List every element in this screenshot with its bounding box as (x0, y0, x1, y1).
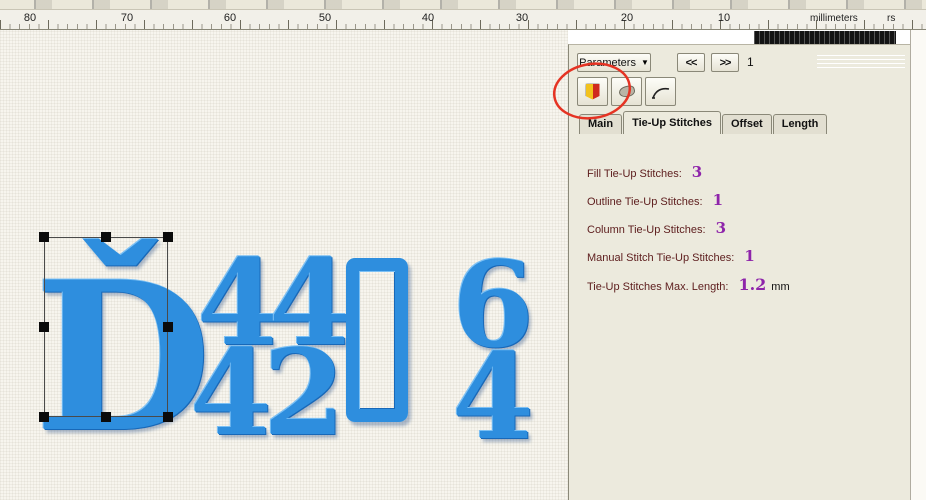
parameters-dropdown-button[interactable]: Parameters ▼ (577, 53, 651, 72)
next-button-label: >> (720, 57, 731, 69)
selection-box (44, 237, 168, 417)
shield-icon (586, 84, 600, 100)
field-column-tie-up: Column Tie-Up Stitches: 3 (587, 219, 790, 236)
embroidery-digit[interactable]: 2 (263, 334, 345, 452)
horizontal-ruler: 80 70 60 50 40 30 20 10 millimeters rs (0, 10, 926, 30)
tab-main[interactable]: Main (579, 114, 622, 134)
selection-handle-bottom-right[interactable] (163, 412, 173, 422)
stitch-shape-tool-button[interactable] (611, 77, 642, 106)
field-value: 3 (716, 219, 726, 237)
ruler-tick-label: 30 (516, 12, 528, 24)
field-label: Tie-Up Stitches Max. Length: (587, 281, 728, 293)
selection-handle-top-middle[interactable] (101, 232, 111, 242)
docked-dark-bar (754, 31, 896, 44)
ruler-tick-label: 80 (24, 12, 36, 24)
stitch-blob-icon (617, 84, 635, 99)
field-unit: mm (771, 281, 789, 293)
ruler-tick-label: 10 (718, 12, 730, 24)
field-max-length: Tie-Up Stitches Max. Length: 1.2 mm (587, 275, 790, 292)
selection-handle-bottom-left[interactable] (39, 412, 49, 422)
next-button[interactable]: >> (711, 53, 739, 72)
previous-button-label: << (686, 57, 697, 69)
field-label: Manual Stitch Tie-Up Stitches: (587, 252, 734, 264)
tab-tie-up-stitches[interactable]: Tie-Up Stitches (623, 111, 721, 134)
field-value: 1 (713, 191, 723, 209)
top-toolbar[interactable] (0, 0, 926, 10)
ruler-tick-label: 70 (121, 12, 133, 24)
tab-length[interactable]: Length (773, 114, 828, 134)
field-fill-tie-up: Fill Tie-Up Stitches: 3 (587, 163, 790, 180)
embroidery-digit[interactable]: 4 (452, 338, 534, 456)
chevron-down-icon: ▼ (641, 58, 649, 67)
ruler-tick-label: 50 (319, 12, 331, 24)
parameters-button-label: Parameters (579, 57, 636, 69)
ruler-unit-label: millimeters (810, 13, 858, 24)
panel-grip-lines (817, 55, 905, 71)
tie-up-stitches-tool-button[interactable] (577, 77, 608, 106)
selection-handle-top-right[interactable] (163, 232, 173, 242)
selection-handle-middle-left[interactable] (39, 322, 49, 332)
curve-icon (651, 84, 671, 100)
page-indicator: 1 (747, 55, 754, 69)
curve-tool-button[interactable] (645, 77, 676, 106)
design-canvas[interactable]: Ď 4 4 4 2 6 4 (0, 30, 568, 500)
field-value: 1 (744, 247, 754, 265)
tab-offset[interactable]: Offset (722, 114, 772, 134)
field-label: Column Tie-Up Stitches: (587, 224, 706, 236)
selection-handle-bottom-middle[interactable] (101, 412, 111, 422)
field-label: Outline Tie-Up Stitches: (587, 196, 703, 208)
ruler-tick-label: 60 (224, 12, 236, 24)
field-value: 1.2 (738, 275, 766, 294)
vertical-scrollbar[interactable] (910, 30, 926, 500)
selection-handle-top-left[interactable] (39, 232, 49, 242)
ruler-tick-label: 40 (422, 12, 434, 24)
parameters-panel: Parameters ▼ << >> 1 Main Tie-Up Stitche… (568, 44, 910, 500)
previous-button[interactable]: << (677, 53, 705, 72)
ruler-corner-label: rs (887, 13, 895, 24)
field-label: Fill Tie-Up Stitches: (587, 168, 682, 180)
field-outline-tie-up: Outline Tie-Up Stitches: 1 (587, 191, 790, 208)
selection-handle-middle-right[interactable] (163, 322, 173, 332)
embroidery-rectangle-outline[interactable] (346, 258, 408, 422)
embroidery-digit[interactable]: 4 (190, 334, 272, 452)
field-value: 3 (692, 163, 702, 181)
panel-tabs: Main Tie-Up Stitches Offset Length (579, 111, 828, 134)
tie-up-parameters: Fill Tie-Up Stitches: 3 Outline Tie-Up S… (587, 163, 790, 303)
field-manual-stitch-tie-up: Manual Stitch Tie-Up Stitches: 1 (587, 247, 790, 264)
ruler-tick-label: 20 (621, 12, 633, 24)
